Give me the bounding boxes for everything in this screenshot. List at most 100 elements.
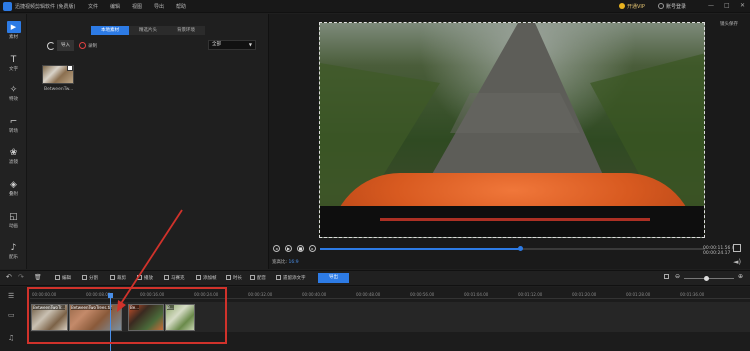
text-icon: T bbox=[10, 55, 17, 65]
ruler-tick-label: 00:00:32.00 bbox=[248, 292, 273, 297]
ruler-tick-label: 00:01:28.00 bbox=[626, 292, 651, 297]
voiceover-button[interactable]: 配音 bbox=[250, 275, 266, 281]
crop-button[interactable]: 裁剪 bbox=[110, 275, 126, 281]
close-button[interactable]: ✕ bbox=[740, 2, 745, 9]
mosaic-icon bbox=[164, 275, 169, 280]
zoom-in-icon[interactable]: ⊕ bbox=[738, 273, 743, 280]
duration-button[interactable]: 时长 bbox=[226, 275, 242, 281]
sidebar-item-music[interactable]: ♪ 配乐 bbox=[0, 240, 27, 264]
menu-export[interactable]: 导出 bbox=[154, 3, 164, 10]
sidebar: ▶ 素材 T 文字 ✧ 特效 ⌐ 转场 ❀ 滤镜 ◈ 叠附 ◱ 动画 ♪ 配乐 bbox=[0, 14, 27, 269]
sidebar-item-text[interactable]: T 文字 bbox=[0, 52, 27, 76]
login-button[interactable]: 账号登录 bbox=[666, 3, 686, 10]
ruler-tick-label: 00:01:04.00 bbox=[464, 292, 489, 297]
annotation-highlight-box bbox=[27, 287, 227, 344]
effects-icon: ✧ bbox=[9, 85, 18, 95]
sidebar-item-media[interactable]: ▶ 素材 bbox=[0, 18, 27, 42]
aspect-ratio-value[interactable]: 16:9 bbox=[288, 260, 298, 265]
user-icon[interactable] bbox=[658, 3, 664, 9]
music-icon: ♪ bbox=[10, 243, 17, 253]
fullscreen-icon[interactable] bbox=[733, 244, 741, 252]
aspect-ratio[interactable]: 宽高比: 16:9 bbox=[272, 259, 299, 265]
speech-to-text-label: 遗留添文字 bbox=[283, 276, 306, 281]
dashboard bbox=[320, 206, 704, 237]
add-frame-button[interactable]: 添加帧 bbox=[196, 275, 217, 281]
media-filter-select[interactable]: 全部 ▼ bbox=[208, 40, 256, 50]
tab-featured-intro[interactable]: 精选片头 bbox=[129, 26, 167, 35]
add-frame-label: 添加帧 bbox=[203, 276, 217, 281]
media-icon: ▶ bbox=[6, 21, 21, 33]
refresh-icon[interactable] bbox=[47, 42, 55, 50]
sidebar-item-animation[interactable]: ◱ 动画 bbox=[0, 209, 27, 233]
scissors-icon bbox=[82, 275, 87, 280]
mosaic-button[interactable]: 马赛克 bbox=[164, 275, 185, 281]
prev-frame-button[interactable]: ◂ bbox=[273, 245, 280, 252]
overlay-icon: ◈ bbox=[10, 180, 17, 190]
play-button[interactable]: ▶ bbox=[285, 245, 292, 252]
split-label: 分割 bbox=[89, 276, 98, 281]
sidebar-item-label: 动画 bbox=[9, 224, 18, 229]
sidebar-item-label: 转场 bbox=[9, 129, 18, 134]
menu-view[interactable]: 视图 bbox=[132, 3, 142, 10]
vip-crown-icon[interactable] bbox=[619, 3, 625, 9]
edit-button[interactable]: 编辑 bbox=[55, 275, 71, 281]
snapshot-label[interactable]: 镜头保存 bbox=[720, 21, 738, 27]
menu-file[interactable]: 文件 bbox=[88, 3, 98, 10]
tab-background[interactable]: 背景环境 bbox=[167, 26, 205, 35]
play-icon bbox=[137, 275, 142, 280]
export-button[interactable]: 导出 bbox=[318, 273, 349, 283]
fit-icon[interactable] bbox=[664, 274, 671, 280]
vip-button[interactable]: 开通VIP bbox=[627, 3, 645, 10]
sidebar-item-effects[interactable]: ✧ 特效 bbox=[0, 82, 27, 106]
sidebar-item-label: 滤镜 bbox=[9, 160, 18, 165]
voiceover-label: 配音 bbox=[257, 276, 266, 281]
zoom-knob[interactable] bbox=[704, 276, 709, 281]
split-button[interactable]: 分割 bbox=[82, 275, 98, 281]
menu-help[interactable]: 帮助 bbox=[176, 3, 186, 10]
sidebar-item-label: 叠附 bbox=[9, 192, 18, 197]
edit-icon bbox=[55, 275, 60, 280]
tab-local-media[interactable]: 本地素材 bbox=[91, 26, 129, 35]
speech-to-text-button[interactable]: 遗留添文字 bbox=[276, 275, 306, 281]
frame-icon bbox=[196, 275, 201, 280]
video-preview[interactable] bbox=[319, 22, 705, 238]
delete-button[interactable]: 🗑 bbox=[34, 274, 42, 281]
checkbox-icon[interactable] bbox=[67, 65, 73, 71]
track-list-icon[interactable]: ☰ bbox=[8, 292, 14, 300]
edit-label: 编辑 bbox=[62, 276, 71, 281]
ruler-tick-label: 00:01:36.00 bbox=[680, 292, 705, 297]
mosaic-label: 马赛克 bbox=[171, 276, 185, 281]
audio-track-icon: ♫ bbox=[8, 334, 15, 342]
sidebar-item-overlay[interactable]: ◈ 叠附 bbox=[0, 177, 27, 201]
undo-button[interactable]: ↶ bbox=[6, 273, 12, 281]
ruler-tick-label: 00:00:40.00 bbox=[302, 292, 327, 297]
video-track-icon: ▭ bbox=[8, 311, 15, 319]
edit-toolbar: ↶ ↷ 🗑 编辑 分割 裁剪 播放 马赛克 添加帧 时长 配音 遗留添文字 ⊖ … bbox=[0, 270, 750, 286]
zoom-slider[interactable] bbox=[684, 276, 734, 281]
record-icon[interactable] bbox=[79, 42, 86, 49]
record-button[interactable]: 录制 bbox=[88, 43, 97, 49]
animation-icon: ◱ bbox=[9, 212, 18, 222]
maximize-button[interactable]: □ bbox=[724, 2, 730, 9]
microphone-icon bbox=[250, 275, 255, 280]
media-item-name: BetweenTw... bbox=[44, 87, 74, 92]
sidebar-item-label: 文字 bbox=[9, 67, 18, 72]
menu-edit[interactable]: 编辑 bbox=[110, 3, 120, 10]
zoom-out-icon[interactable]: ⊖ bbox=[675, 273, 680, 280]
clock-icon bbox=[226, 275, 231, 280]
minimize-button[interactable]: — bbox=[708, 2, 714, 9]
filter-icon: ❀ bbox=[9, 148, 18, 158]
redo-button[interactable]: ↷ bbox=[18, 273, 24, 281]
volume-icon[interactable]: ◄) bbox=[733, 258, 741, 266]
import-button[interactable]: 导入 bbox=[57, 40, 74, 51]
next-frame-button[interactable]: ▸ bbox=[309, 245, 316, 252]
transition-icon: ⌐ bbox=[9, 117, 18, 127]
stop-button[interactable]: ■ bbox=[297, 245, 304, 252]
ruler-tick-label: 00:00:48.00 bbox=[356, 292, 381, 297]
sidebar-item-filter[interactable]: ❀ 滤镜 bbox=[0, 145, 27, 169]
playback-progress[interactable] bbox=[320, 246, 705, 251]
app-logo-icon bbox=[3, 2, 12, 11]
duration-label: 时长 bbox=[233, 276, 242, 281]
sidebar-item-transition[interactable]: ⌐ 转场 bbox=[0, 114, 27, 138]
play-speed-button[interactable]: 播放 bbox=[137, 275, 153, 281]
